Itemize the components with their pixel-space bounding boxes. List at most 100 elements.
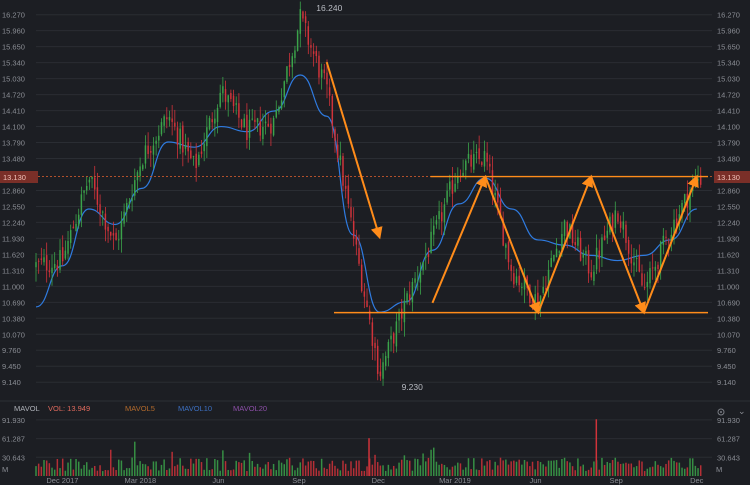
volume-bar bbox=[168, 468, 171, 476]
candle-body bbox=[64, 250, 67, 259]
candle-body bbox=[358, 248, 360, 264]
volume-bar bbox=[545, 466, 547, 476]
volume-bar bbox=[288, 457, 291, 476]
y-tick-label-left: 14.100 bbox=[2, 123, 25, 132]
volume-spike-bar bbox=[368, 438, 370, 476]
volume-bar bbox=[211, 469, 213, 476]
candle-body bbox=[441, 212, 443, 222]
candle-body bbox=[77, 214, 80, 226]
volume-bar bbox=[230, 470, 232, 476]
candle-body bbox=[606, 230, 609, 238]
candle-body bbox=[649, 268, 651, 284]
volume-bar bbox=[657, 464, 659, 476]
candle-body bbox=[192, 156, 195, 158]
candle-body bbox=[171, 118, 173, 122]
volume-bar bbox=[614, 457, 617, 476]
volume-bar bbox=[491, 469, 494, 476]
volume-bar bbox=[166, 469, 168, 476]
volume-bar bbox=[457, 462, 459, 476]
volume-bar bbox=[152, 461, 155, 476]
y-tick-label-right: 9.140 bbox=[717, 378, 736, 387]
volume-bar bbox=[438, 464, 440, 476]
volume-bar bbox=[128, 468, 131, 476]
volume-bar bbox=[214, 458, 216, 476]
candle-body bbox=[443, 204, 446, 223]
volume-bar bbox=[307, 461, 310, 476]
volume-bar bbox=[208, 470, 211, 476]
volume-bar bbox=[494, 461, 496, 476]
candle-body bbox=[518, 275, 520, 286]
volume-bar bbox=[160, 464, 163, 476]
candle-body bbox=[683, 194, 686, 204]
volume-bar bbox=[134, 441, 136, 476]
candle-body bbox=[110, 231, 112, 236]
candle-body bbox=[53, 263, 56, 269]
candle-body bbox=[120, 220, 123, 240]
volume-bar bbox=[435, 461, 438, 476]
volume-bar bbox=[192, 463, 195, 476]
candle-body bbox=[379, 371, 382, 377]
volume-bar bbox=[654, 461, 657, 476]
volume-bar bbox=[336, 468, 339, 476]
volume-bar bbox=[283, 464, 286, 476]
candle-body bbox=[118, 239, 120, 241]
y-tick-label-right: 11.620 bbox=[717, 250, 739, 259]
volume-bar bbox=[633, 467, 635, 476]
volume-bar bbox=[67, 462, 69, 476]
svg-text:13.130: 13.130 bbox=[717, 173, 740, 182]
volume-bar bbox=[526, 461, 528, 476]
volume-bar bbox=[603, 464, 606, 476]
candle-body bbox=[489, 163, 491, 167]
candle-body bbox=[264, 121, 267, 124]
volume-bar bbox=[96, 470, 99, 476]
y-tick-label-left: 12.550 bbox=[2, 202, 25, 211]
volume-bar bbox=[507, 464, 510, 476]
volume-bar bbox=[606, 461, 609, 476]
vol-value-label: VOL: 13.949 bbox=[48, 404, 90, 413]
candle-body bbox=[657, 264, 659, 270]
volume-bar bbox=[43, 460, 45, 476]
volume-bar bbox=[232, 469, 235, 476]
candle-body bbox=[179, 128, 181, 149]
candle-body bbox=[37, 260, 40, 262]
candle-body bbox=[638, 255, 641, 272]
volume-bar bbox=[483, 465, 486, 476]
candle-body bbox=[80, 194, 83, 215]
volume-bar bbox=[587, 469, 590, 476]
volume-bar bbox=[481, 458, 483, 476]
candle-body bbox=[182, 125, 184, 153]
volume-tick-label-left: 91.930 bbox=[2, 416, 25, 425]
volume-bar bbox=[126, 468, 128, 476]
candle-body bbox=[40, 258, 43, 260]
y-tick-label-right: 11.310 bbox=[717, 266, 739, 275]
candle-body bbox=[315, 51, 318, 57]
candle-body bbox=[131, 198, 133, 202]
volume-bar bbox=[563, 457, 566, 476]
volume-bar bbox=[470, 469, 472, 476]
candle-body bbox=[107, 226, 109, 232]
volume-bar bbox=[625, 462, 627, 476]
volume-bar bbox=[131, 457, 133, 476]
candle-body bbox=[299, 9, 302, 34]
candle-body bbox=[272, 117, 275, 136]
volume-bar bbox=[216, 460, 219, 476]
volume-bar bbox=[238, 462, 240, 476]
settings-icon[interactable] bbox=[717, 408, 725, 416]
volume-bar bbox=[598, 469, 601, 476]
volume-unit-label-left: M bbox=[2, 465, 8, 474]
candle-body bbox=[184, 145, 187, 149]
volume-bar bbox=[678, 462, 681, 476]
y-tick-label-right: 14.410 bbox=[717, 107, 740, 116]
volume-bar bbox=[681, 467, 683, 476]
volume-bar bbox=[99, 465, 101, 476]
candle-body bbox=[302, 11, 304, 19]
candle-body bbox=[595, 247, 598, 270]
candle-body bbox=[72, 226, 75, 229]
volume-bar bbox=[83, 465, 85, 476]
y-tick-label-left: 14.410 bbox=[2, 107, 25, 116]
candle-body bbox=[563, 220, 566, 236]
y-tick-label-left: 9.140 bbox=[2, 378, 21, 387]
candle-body bbox=[481, 162, 483, 165]
expand-icon[interactable]: ⌄ bbox=[738, 406, 746, 416]
volume-bar bbox=[107, 470, 109, 476]
